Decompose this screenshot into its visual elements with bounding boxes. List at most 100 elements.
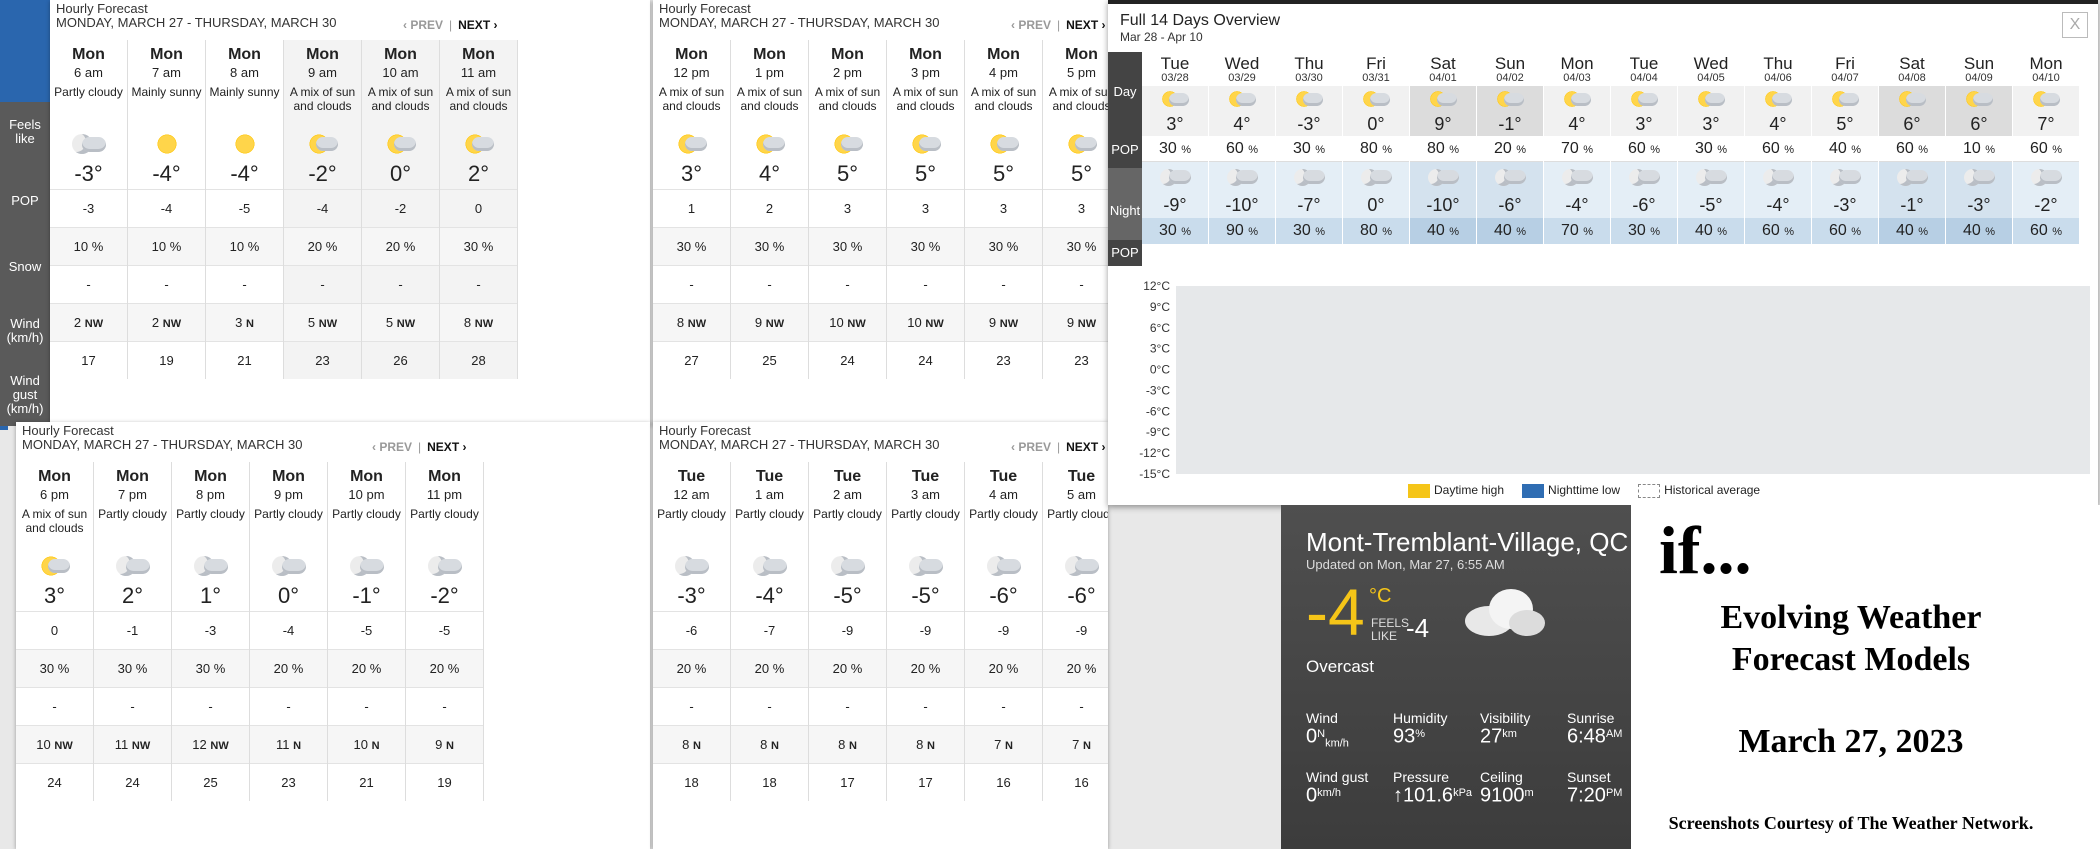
night-pop: 60 % (2013, 218, 2079, 244)
hour-wind: 9 NW (1043, 303, 1108, 341)
next-button[interactable]: NEXT › (458, 18, 497, 32)
hour-day: Tue (1067, 468, 1096, 485)
night-low: -9° (1142, 192, 1208, 218)
hour-temperature: -1° (352, 583, 381, 608)
hour-wind-gust: 19 (406, 763, 483, 801)
sun-moon-icon (206, 129, 283, 159)
moon-cloud-icon (94, 551, 171, 581)
night-low: -3° (1946, 192, 2012, 218)
day-pop: 80 % (1410, 136, 1476, 162)
hour-wind-gust: 23 (965, 341, 1042, 379)
humidity-stat: Humidity 93% (1393, 710, 1448, 748)
hour-feels-like: 3 (809, 189, 886, 227)
hour-wind: 8 N (731, 725, 808, 763)
overview-day-name: Sat (1430, 54, 1456, 73)
sun-cloud-icon (362, 129, 439, 159)
hour-day: Mon (38, 468, 71, 485)
night-weather-icon (1209, 162, 1275, 192)
day-weather-icon (1477, 86, 1543, 112)
night-low: -3° (1812, 192, 1878, 218)
hour-day: Mon (428, 468, 461, 485)
hour-feels-like: -2 (362, 189, 439, 227)
updated-time: Updated on Mon, Mar 27, 6:55 AM (1306, 557, 1505, 572)
hour-pop: 30 % (440, 227, 517, 265)
close-button[interactable]: X (2062, 12, 2088, 38)
temperature-trend-chart: 12°C 9°C 6°C 3°C 0°C -3°C -6°C -9°C -12°C -15°C (1139, 279, 2090, 481)
night-pop: 40 % (1879, 218, 1945, 244)
prev-button[interactable]: ‹ PREV (1011, 18, 1051, 32)
hour-feels-like: 0 (440, 189, 517, 227)
day-pop: 70 % (1544, 136, 1610, 162)
hour-day: Tue (989, 468, 1018, 485)
hour-pop: 20 % (809, 649, 886, 687)
sun-moon-icon (128, 129, 205, 159)
hour-wind: 2 NW (50, 303, 127, 341)
hour-pop: 30 % (731, 227, 808, 265)
hour-pop: 30 % (94, 649, 171, 687)
hour-wind-gust: 24 (809, 341, 886, 379)
sun-cloud-icon (1043, 129, 1108, 159)
y-tick-label: -15°C (1139, 467, 1170, 481)
hour-pop: 20 % (328, 649, 405, 687)
hour-feels-like: -5 (406, 611, 483, 649)
day-pop: 60 % (1209, 136, 1275, 162)
moon-cloud-icon (406, 551, 483, 581)
hour-feels-like: -9 (965, 611, 1042, 649)
sun-cloud-icon (809, 129, 886, 159)
hour-snow: - (809, 265, 886, 303)
visibility-stat: Visibility 27km (1480, 710, 1531, 748)
hour-snow: - (440, 265, 517, 303)
overview-day-column: Thu 04/06 4° 60 % -4° 60 % (1745, 52, 1812, 244)
wind-stat: Wind 0Nkm/h (1306, 710, 1349, 750)
hour-snow: - (887, 265, 964, 303)
hour-wind: 10 N (328, 725, 405, 763)
hourly-forecast-panel-4: Hourly Forecast MONDAY, MARCH 27 - THURSD… (653, 422, 1108, 849)
hour-day: Mon (753, 46, 786, 63)
hour-column: Mon 9 pm Partly cloudy 0° -4 20 % - 11 N… (250, 462, 328, 801)
hour-snow: - (1043, 687, 1108, 725)
day-weather-icon (1343, 86, 1409, 112)
sun-cloud-icon (731, 129, 808, 159)
hour-snow: - (731, 265, 808, 303)
hour-wind-gust: 27 (653, 341, 730, 379)
day-weather-icon (1678, 86, 1744, 112)
day-high: 9° (1410, 112, 1476, 136)
hour-pop: 10 % (206, 227, 283, 265)
prev-button[interactable]: ‹ PREV (372, 440, 412, 454)
night-pop: 30 % (1276, 218, 1342, 244)
day-pop: 30 % (1678, 136, 1744, 162)
hour-time: 4 pm (989, 65, 1018, 80)
overview-day-column: Wed 04/05 3° 30 % -5° 40 % (1678, 52, 1745, 244)
day-high: 4° (1209, 112, 1275, 136)
hour-snow: - (809, 687, 886, 725)
next-button[interactable]: NEXT › (1066, 440, 1105, 454)
next-button[interactable]: NEXT › (1066, 18, 1105, 32)
hour-pop: 30 % (1043, 227, 1108, 265)
hour-wind-gust: 17 (809, 763, 886, 801)
hour-column: Mon 11 pm Partly cloudy -2° -5 20 % - 9 … (406, 462, 484, 801)
prev-button[interactable]: ‹ PREV (403, 18, 443, 32)
hour-wind-gust: 28 (440, 341, 517, 379)
overview-day-name: Tue (1629, 54, 1659, 73)
hour-condition: Partly cloudy (969, 507, 1038, 521)
hour-temperature: -6° (989, 583, 1018, 608)
sun-cloud-icon (16, 551, 93, 581)
day-weather-icon (1209, 86, 1275, 112)
hour-wind: 10 NW (809, 303, 886, 341)
temperature-unit: °C (1369, 585, 1392, 607)
hour-temperature: -3° (677, 583, 706, 608)
hour-condition: Partly cloudy (891, 507, 960, 521)
next-button[interactable]: NEXT › (427, 440, 466, 454)
pressure-stat: Pressure ↑101.6kPa (1393, 769, 1473, 807)
ceiling-stat: Ceiling 9100m (1480, 769, 1534, 807)
hour-time: 12 am (673, 487, 710, 502)
night-weather-icon (1812, 162, 1878, 192)
hour-condition: A mix of sun and clouds (658, 85, 725, 113)
overview-day-name: Thu (1294, 54, 1324, 73)
hour-condition: Partly cloudy (735, 507, 804, 521)
overview-day-name: Wed (1224, 54, 1260, 73)
prev-button[interactable]: ‹ PREV (1011, 440, 1051, 454)
night-pop: 80 % (1343, 218, 1409, 244)
hour-pop: 20 % (1043, 649, 1108, 687)
day-pop: 10 % (1946, 136, 2012, 162)
